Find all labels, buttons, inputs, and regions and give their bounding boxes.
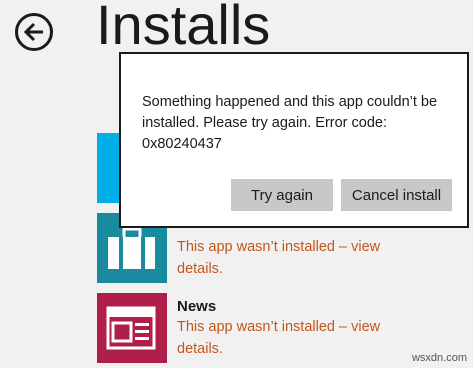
app-tile-news[interactable]	[97, 293, 167, 363]
newspaper-icon	[106, 306, 156, 350]
error-dialog: Something happened and this app couldn’t…	[119, 52, 469, 228]
watermark: wsxdn.com	[411, 352, 467, 364]
try-again-button[interactable]: Try again	[231, 179, 333, 211]
install-failed-link[interactable]: This app wasn’t installed – view details…	[177, 236, 407, 280]
back-arrow-icon	[24, 22, 43, 42]
error-message: Something happened and this app couldn’t…	[142, 94, 438, 152]
install-failed-link[interactable]: This app wasn’t installed – view details…	[177, 316, 407, 360]
app-entry-news[interactable]: News This app wasn’t installed – view de…	[177, 298, 407, 360]
app-name: News	[177, 298, 217, 315]
cancel-install-button[interactable]: Cancel install	[341, 179, 452, 211]
back-button[interactable]	[15, 13, 53, 51]
page-title: Installs	[96, 0, 271, 56]
app-entry-bag[interactable]: This app wasn’t installed – view details…	[177, 236, 407, 280]
